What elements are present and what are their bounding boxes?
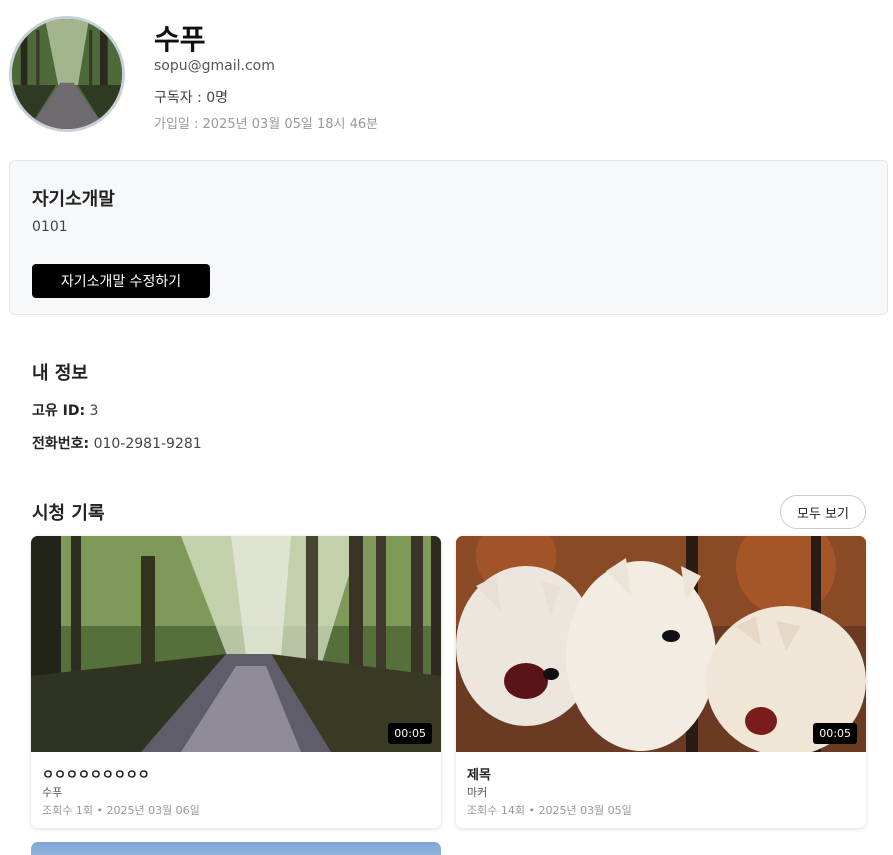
- intro-card: 자기소개말 0101 자기소개말 수정하기: [9, 160, 888, 315]
- video-title[interactable]: ㅇㅇㅇㅇㅇㅇㅇㅇㅇ: [42, 764, 150, 783]
- view-all-button[interactable]: 모두 보기: [780, 495, 866, 529]
- wolves-thumbnail-image: [456, 536, 866, 752]
- user-id-value: 3: [89, 403, 99, 419]
- join-date: 가입일 : 2025년 03월 05일 18시 46분: [154, 117, 379, 132]
- user-id-label: 고유 ID:: [32, 403, 86, 419]
- watch-history-title: 시청 기록: [32, 503, 105, 524]
- profile-header: 수푸 sopu@gmail.com 구독자 : 0명 가입일 : 2025년 0…: [9, 16, 879, 136]
- video-duration: 00:05: [388, 723, 432, 744]
- my-info-title: 내 정보: [32, 363, 88, 384]
- video-card[interactable]: 00:05 제목 마커 조회수 14회 • 2025년 03월 05일: [456, 536, 866, 828]
- forest-avatar-image: [12, 19, 122, 129]
- user-id-row: 고유 ID: 3: [32, 400, 98, 420]
- video-thumbnail[interactable]: 00:05: [31, 536, 441, 752]
- phone-label: 전화번호:: [32, 436, 90, 452]
- profile-email: sopu@gmail.com: [154, 58, 275, 74]
- intro-text: 0101: [32, 219, 68, 235]
- subscriber-count: 구독자 : 0명: [154, 90, 229, 106]
- video-author[interactable]: 마커: [467, 784, 487, 800]
- video-duration: 00:05: [813, 723, 857, 744]
- phone-row: 전화번호: 010-2981-9281: [32, 433, 202, 453]
- video-author[interactable]: 수푸: [42, 784, 62, 800]
- video-card[interactable]: 00:05 ㅇㅇㅇㅇㅇㅇㅇㅇㅇ 수푸 조회수 1회 • 2025년 03월 06…: [31, 536, 441, 828]
- video-meta: 조회수 14회 • 2025년 03월 05일: [467, 804, 632, 817]
- avatar[interactable]: [9, 16, 125, 132]
- phone-value: 010-2981-9281: [93, 436, 202, 452]
- video-meta: 조회수 1회 • 2025년 03월 06일: [42, 804, 200, 817]
- intro-title: 자기소개말: [32, 189, 115, 210]
- video-thumbnail-partial[interactable]: [31, 842, 441, 855]
- edit-intro-button[interactable]: 자기소개말 수정하기: [32, 264, 210, 298]
- video-thumbnail[interactable]: 00:05: [456, 536, 866, 752]
- forest-thumbnail-image: [31, 536, 441, 752]
- video-title[interactable]: 제목: [467, 764, 491, 783]
- profile-name: 수푸: [154, 23, 206, 56]
